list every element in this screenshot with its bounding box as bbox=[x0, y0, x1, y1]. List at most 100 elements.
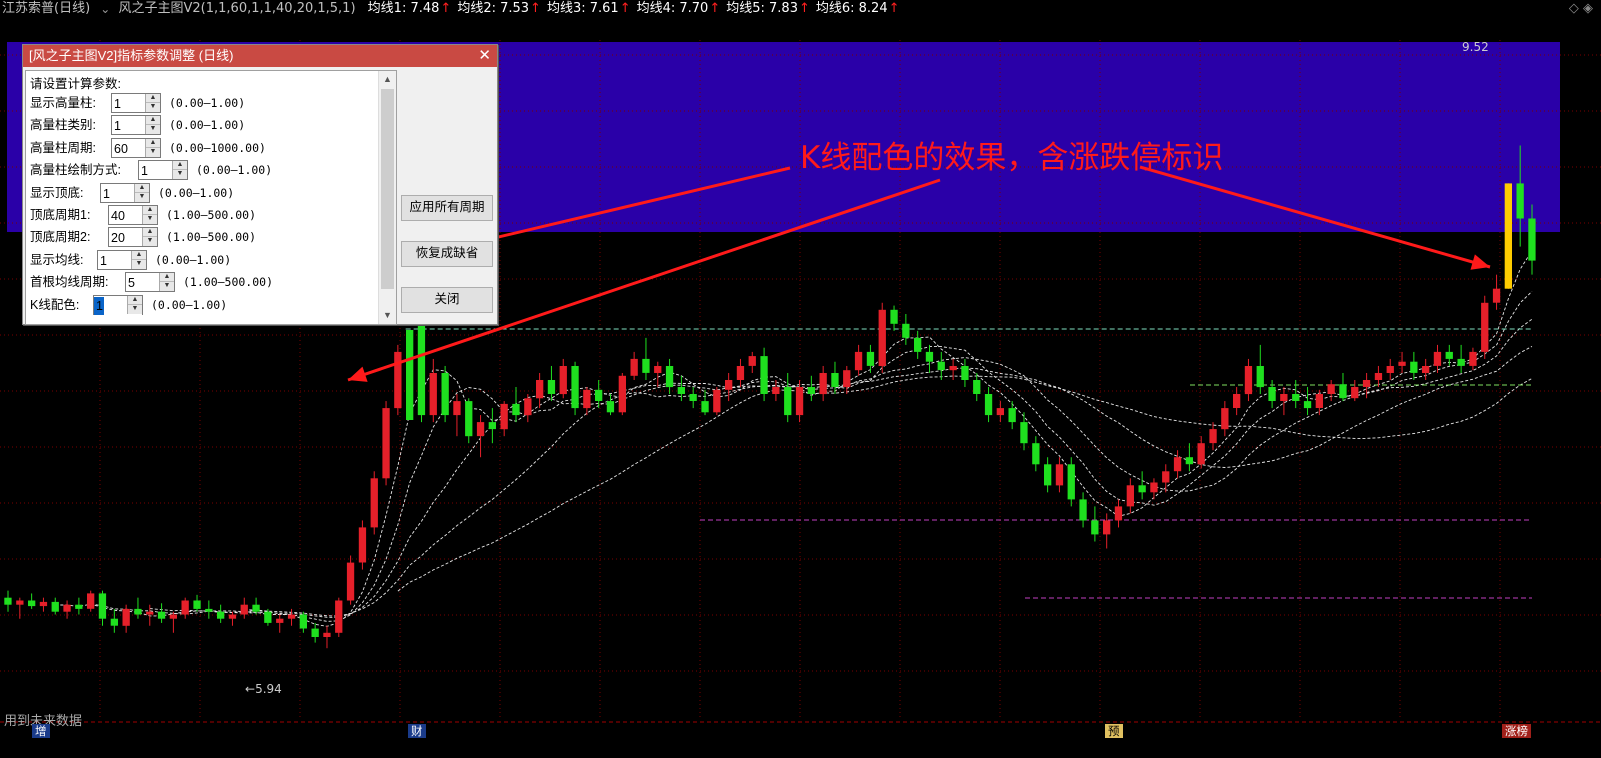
candle-body bbox=[1067, 464, 1075, 500]
candle-body bbox=[1422, 366, 1430, 373]
spin-down-icon[interactable]: ▼ bbox=[146, 125, 160, 133]
candle-body bbox=[1209, 429, 1217, 444]
candle-body bbox=[1233, 394, 1241, 408]
candle-body bbox=[323, 632, 331, 637]
candle-body bbox=[417, 316, 426, 416]
candle-body bbox=[382, 408, 390, 479]
param-stepper[interactable]: ▲▼ bbox=[108, 227, 158, 248]
param-range: (0.00—1.00) bbox=[151, 297, 228, 312]
spin-up-icon[interactable]: ▲ bbox=[143, 206, 157, 215]
ma-line bbox=[90, 291, 1533, 622]
candle-body bbox=[736, 366, 745, 380]
candle-body bbox=[701, 401, 709, 413]
spin-down-icon[interactable]: ▼ bbox=[173, 170, 187, 178]
spin-up-icon[interactable]: ▲ bbox=[160, 273, 174, 283]
dialog-title-bar[interactable]: [风之子主图V2]指标参数调整 (日线) ✕ bbox=[23, 45, 497, 67]
candle-body bbox=[1008, 408, 1016, 423]
window-controls-icon[interactable]: ◇ ◈ bbox=[1569, 0, 1593, 18]
candle-body bbox=[465, 401, 473, 437]
spin-buttons[interactable]: ▲ ▼ bbox=[172, 161, 187, 180]
spin-down-icon[interactable]: ▼ bbox=[146, 103, 160, 111]
candle-body bbox=[335, 600, 343, 633]
mark-yu[interactable]: 预 bbox=[1105, 724, 1123, 738]
candle-body bbox=[784, 387, 792, 416]
spin-up-icon[interactable]: ▲ bbox=[173, 161, 187, 171]
apply-all-periods-button[interactable]: 应用所有周期 bbox=[401, 195, 493, 221]
candle-body bbox=[63, 604, 71, 612]
scroll-up-icon[interactable]: ▲ bbox=[379, 71, 396, 88]
spin-down-icon[interactable]: ▼ bbox=[160, 282, 174, 290]
ma-readout: 均线4: 7.70↑ bbox=[637, 0, 721, 18]
scroll-down-icon[interactable]: ▼ bbox=[379, 307, 396, 324]
spin-up-icon[interactable]: ▲ bbox=[146, 94, 160, 103]
spin-up-icon[interactable]: ▲ bbox=[132, 251, 146, 260]
spin-up-icon[interactable]: ▲ bbox=[146, 116, 160, 126]
arrow-up-icon: ↑ bbox=[619, 1, 631, 16]
candle-body bbox=[1469, 351, 1477, 366]
close-icon[interactable]: ✕ bbox=[478, 45, 491, 67]
spin-buttons[interactable]: ▲ ▼ bbox=[145, 116, 160, 135]
param-row: 高量柱类别: ▲▼ (0.00—1.00) bbox=[30, 115, 245, 136]
mark-zeng[interactable]: 增 bbox=[32, 724, 50, 738]
param-stepper[interactable]: ▲▼ bbox=[100, 182, 150, 203]
stock-name: 江苏索普(日线) bbox=[2, 1, 91, 16]
param-stepper[interactable]: ▲▼ bbox=[111, 137, 161, 158]
mark-cai[interactable]: 财 bbox=[408, 724, 426, 738]
param-label: 显示顶底: bbox=[30, 185, 84, 200]
param-stepper[interactable]: ▲▼ bbox=[93, 294, 143, 315]
candle-body bbox=[795, 387, 804, 416]
chevron-down-icon[interactable]: ⌄ bbox=[100, 0, 110, 18]
scroll-thumb[interactable] bbox=[381, 89, 394, 289]
spin-buttons[interactable]: ▲ ▼ bbox=[127, 295, 142, 314]
candle-body bbox=[1303, 401, 1312, 409]
candle-body bbox=[28, 600, 36, 607]
spin-down-icon[interactable]: ▼ bbox=[143, 237, 157, 245]
spin-up-icon[interactable]: ▲ bbox=[135, 184, 149, 193]
candle-body bbox=[39, 601, 48, 607]
restore-default-button[interactable]: 恢复成缺省 bbox=[401, 241, 493, 267]
spin-buttons[interactable]: ▲ ▼ bbox=[142, 228, 157, 247]
mark-zhangbang[interactable]: 涨榜 bbox=[1502, 724, 1531, 738]
candle-body bbox=[98, 593, 107, 619]
param-stepper[interactable]: ▲▼ bbox=[108, 205, 158, 225]
param-stepper[interactable]: ▲▼ bbox=[111, 93, 161, 113]
candle-body bbox=[949, 366, 957, 371]
spin-buttons[interactable]: ▲ ▼ bbox=[145, 94, 160, 112]
candle-body bbox=[311, 628, 319, 637]
candle-body bbox=[996, 408, 1004, 416]
candle-body bbox=[1044, 464, 1052, 486]
candle-body bbox=[665, 366, 674, 388]
arrow-up-icon: ↑ bbox=[440, 1, 452, 16]
spin-down-icon[interactable]: ▼ bbox=[146, 148, 160, 156]
param-range: (1.00—500.00) bbox=[166, 208, 257, 222]
spin-down-icon[interactable]: ▼ bbox=[143, 215, 157, 223]
param-stepper[interactable]: ▲▼ bbox=[138, 160, 188, 181]
spin-up-icon[interactable]: ▲ bbox=[146, 139, 160, 148]
spin-down-icon[interactable]: ▼ bbox=[132, 260, 146, 268]
spin-buttons[interactable]: ▲ ▼ bbox=[131, 250, 146, 269]
scrollbar[interactable]: ▲ ▼ bbox=[378, 71, 396, 324]
spin-buttons[interactable]: ▲ ▼ bbox=[142, 206, 157, 224]
param-label: 高量柱周期: bbox=[30, 140, 96, 155]
annotation-text: K线配色的效果，含涨跌停标识 bbox=[800, 140, 1224, 176]
spin-buttons[interactable]: ▲ ▼ bbox=[159, 273, 174, 292]
spin-up-icon[interactable]: ▲ bbox=[128, 296, 142, 305]
ma-line bbox=[244, 346, 1533, 617]
candle-body bbox=[914, 337, 922, 352]
spin-down-icon[interactable]: ▼ bbox=[128, 305, 142, 313]
candle-body bbox=[252, 604, 260, 612]
param-label: K线配色: bbox=[30, 297, 80, 312]
param-range: (1.00—500.00) bbox=[166, 230, 257, 245]
candle-body bbox=[1091, 520, 1099, 535]
ma-readout: 均线2: 7.53↑ bbox=[457, 0, 541, 18]
spin-buttons[interactable]: ▲ ▼ bbox=[134, 183, 149, 202]
candle-body bbox=[866, 351, 875, 366]
spin-up-icon[interactable]: ▲ bbox=[143, 228, 157, 238]
arrow-up-icon: ↑ bbox=[798, 1, 810, 16]
param-stepper[interactable]: ▲▼ bbox=[125, 272, 175, 293]
spin-down-icon[interactable]: ▼ bbox=[135, 193, 149, 201]
param-stepper[interactable]: ▲▼ bbox=[111, 115, 161, 136]
close-button[interactable]: 关闭 bbox=[401, 287, 493, 313]
param-stepper[interactable]: ▲▼ bbox=[97, 249, 147, 270]
spin-buttons[interactable]: ▲ ▼ bbox=[145, 138, 160, 157]
